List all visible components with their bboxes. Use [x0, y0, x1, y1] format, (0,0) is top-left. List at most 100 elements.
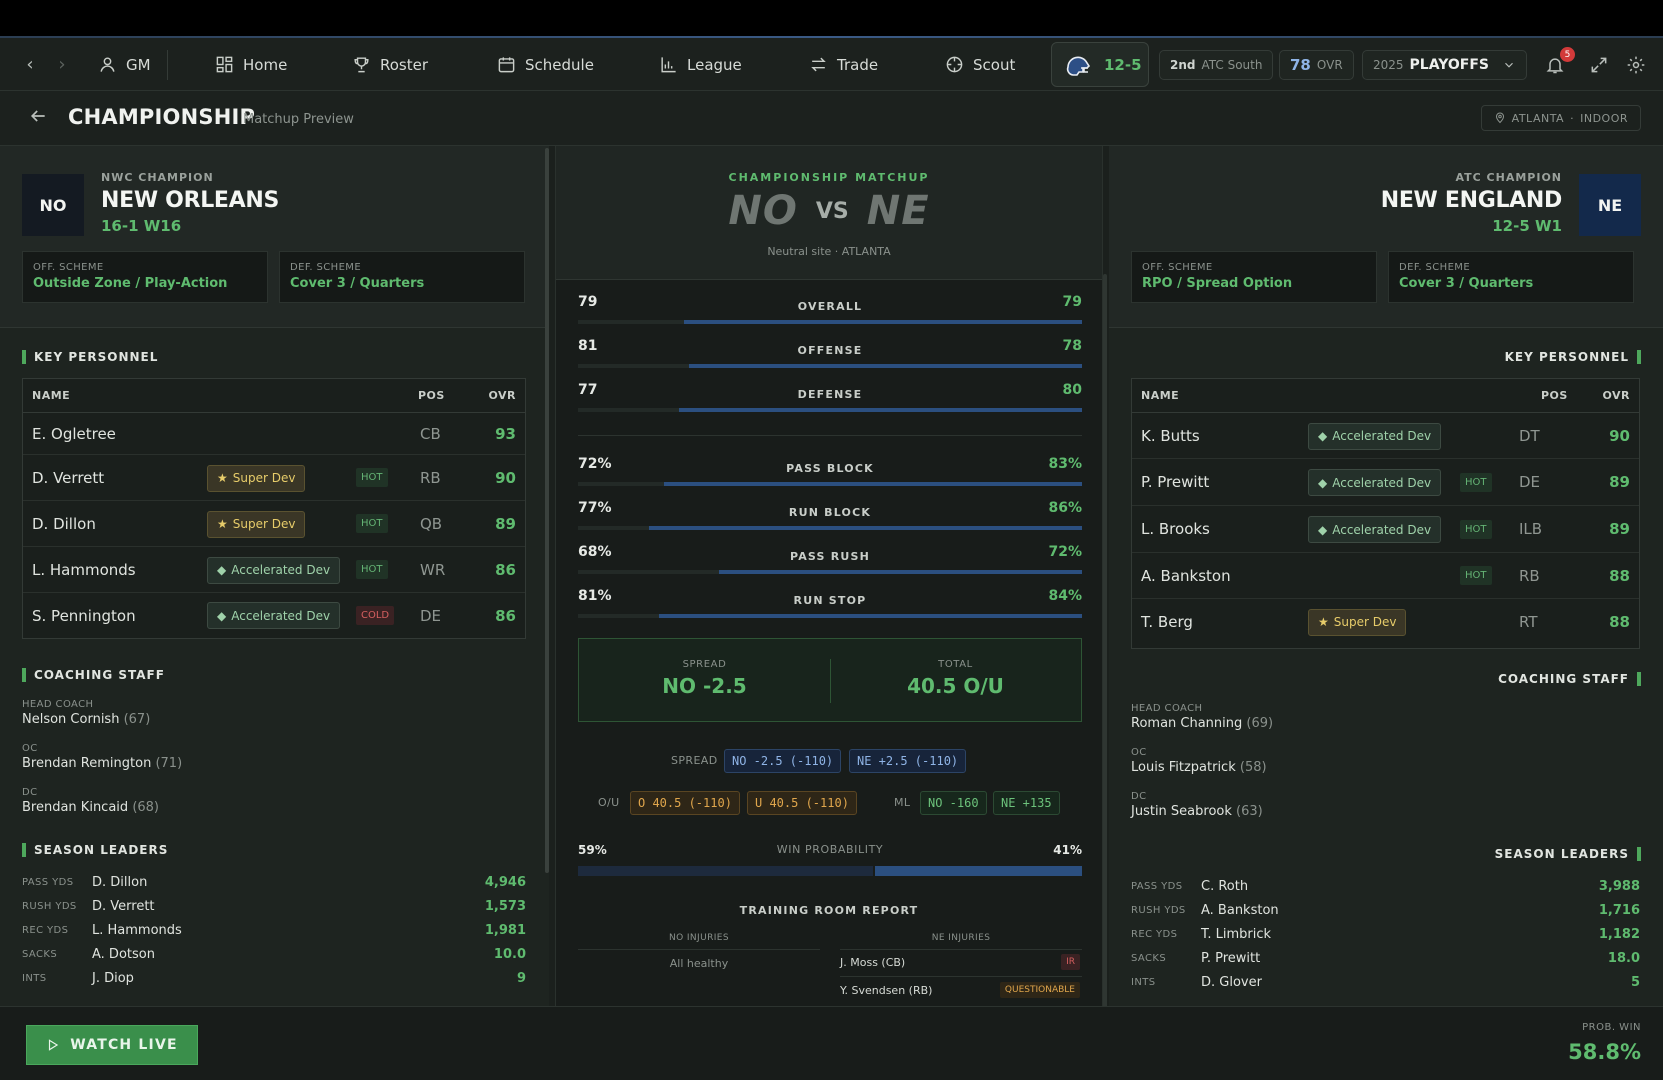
season-phase: PLAYOFFS: [1409, 57, 1489, 73]
odds-spread-label: SPREAD: [671, 754, 718, 767]
player-name[interactable]: K. Butts: [1141, 427, 1200, 445]
forward-arrow-icon[interactable]: ›: [48, 38, 76, 91]
player-name[interactable]: S. Pennington: [32, 607, 136, 625]
player-name[interactable]: D. Verrett: [32, 469, 104, 487]
team-record-button[interactable]: 12-5: [1051, 42, 1149, 87]
leader-row: RUSH YDS D. Verrett 1,573: [22, 895, 526, 918]
leader-player[interactable]: J. Diop: [92, 971, 134, 986]
home-staff-title: COACHING STAFF: [22, 668, 165, 682]
dev-trait-label: Accelerated Dev: [1332, 522, 1432, 537]
odds-under[interactable]: U 40.5 (-110): [747, 791, 857, 815]
season-selector[interactable]: 2025 PLAYOFFS: [1362, 50, 1527, 80]
matchup-panel-scrollbar[interactable]: [1103, 274, 1107, 1069]
watch-live-button[interactable]: WATCH LIVE: [26, 1025, 198, 1065]
injury-player[interactable]: Y. Svendsen (RB): [840, 984, 932, 997]
odds-ml-away[interactable]: NE +135: [993, 791, 1060, 815]
player-name[interactable]: D. Dillon: [32, 515, 96, 533]
scheme-value: RPO / Spread Option: [1142, 276, 1293, 291]
odds-spread-home[interactable]: NO -2.5 (-110): [724, 749, 842, 773]
player-position: RB: [420, 468, 441, 487]
leader-value: 1,716: [1598, 903, 1640, 918]
swap-icon: [811, 57, 826, 72]
nav-item-schedule[interactable]: Schedule: [497, 38, 594, 91]
player-name[interactable]: L. Brooks: [1141, 520, 1210, 538]
nav-item-home[interactable]: Home: [215, 38, 287, 91]
away-team-kicker: ATC CHAMPION: [1455, 171, 1562, 184]
injury-status-badge: IR: [1061, 954, 1080, 970]
stat-away-value: 79: [1062, 294, 1082, 310]
venue-type: INDOOR: [1580, 111, 1628, 125]
leader-player[interactable]: L. Hammonds: [92, 923, 182, 938]
player-ovr: 86: [495, 606, 516, 625]
nav-item-label: Home: [243, 55, 288, 74]
staff-rating: (68): [132, 800, 159, 815]
player-ovr: 89: [495, 514, 516, 533]
settings-button[interactable]: [1621, 38, 1651, 91]
home-panel-scrollbar[interactable]: [545, 148, 549, 873]
page-subtitle: Matchup Preview: [243, 112, 354, 127]
odds-spread-away[interactable]: NE +2.5 (-110): [849, 749, 967, 773]
nav-item-league[interactable]: League: [659, 38, 742, 91]
stat-label: PASS RUSH: [789, 550, 871, 563]
nav-item-label: League: [687, 55, 742, 74]
scheme-value: Outside Zone / Play-Action: [33, 276, 228, 291]
crosshair-icon: [946, 56, 963, 73]
leader-player[interactable]: D. Verrett: [92, 899, 155, 914]
home-injuries-note: All healthy: [669, 957, 729, 970]
staff-name: Brendan Remington (71): [22, 756, 182, 771]
odds-ml-home[interactable]: NO -160: [920, 791, 987, 815]
leader-player[interactable]: D. Dillon: [92, 875, 147, 890]
leader-value: 4,946: [484, 875, 526, 890]
leader-player[interactable]: C. Roth: [1201, 879, 1248, 894]
dev-trait-badge: ◆ Accelerated Dev: [1308, 469, 1442, 496]
leader-stat: REC YDS: [22, 925, 69, 936]
diamond-icon: ◆: [1318, 522, 1328, 537]
injury-report-title: TRAINING ROOM REPORT: [739, 904, 919, 917]
player-position: CB: [420, 424, 441, 443]
stat-bar-track: [578, 570, 1082, 574]
spread-value: NO -2.5: [662, 674, 747, 698]
leader-stat: PASS YDS: [22, 877, 74, 888]
col-pos: POS: [1541, 389, 1568, 402]
section-marker: [22, 668, 26, 682]
scheme-label: DEF. SCHEME: [290, 262, 362, 273]
section-marker: [1637, 350, 1641, 364]
home-def-scheme: DEF. SCHEME Cover 3 / Quarters: [279, 251, 525, 303]
player-name[interactable]: P. Prewitt: [1141, 473, 1209, 491]
app-root: ‹ › GM Home Roster Schedule League Trade: [0, 0, 1663, 1080]
leader-player[interactable]: A. Dotson: [92, 947, 155, 962]
form-badge: HOT: [1460, 519, 1492, 539]
injury-player[interactable]: J. Moss (CB): [840, 956, 905, 969]
nav-item-trade[interactable]: Trade: [809, 38, 878, 91]
back-arrow-icon[interactable]: ‹: [16, 38, 44, 91]
odds-over[interactable]: O 40.5 (-110): [630, 791, 740, 815]
nav-item-scout[interactable]: Scout: [945, 38, 1015, 91]
player-name[interactable]: A. Bankston: [1141, 567, 1231, 585]
leader-player[interactable]: T. Limbrick: [1201, 927, 1271, 942]
watch-live-label: WATCH LIVE: [70, 1037, 178, 1053]
back-arrow-icon[interactable]: [28, 106, 48, 131]
fullscreen-button[interactable]: [1584, 38, 1614, 91]
leader-player[interactable]: A. Bankston: [1201, 903, 1279, 918]
leader-player[interactable]: P. Prewitt: [1201, 951, 1260, 966]
dev-trait-label: Super Dev: [232, 517, 296, 531]
diamond-icon: ◆: [217, 563, 227, 577]
player-name[interactable]: L. Hammonds: [32, 561, 136, 579]
staff-name-text: Brendan Kincaid: [22, 800, 129, 815]
injury-divider: [840, 976, 1082, 977]
star-icon: ★: [217, 471, 228, 485]
player-name[interactable]: T. Berg: [1141, 613, 1193, 631]
notifications-button[interactable]: [1540, 38, 1570, 91]
leader-player[interactable]: D. Glover: [1201, 975, 1262, 990]
nav-item-roster[interactable]: Roster: [352, 38, 428, 91]
leader-value: 3,988: [1598, 879, 1640, 894]
player-name[interactable]: E. Ogletree: [32, 425, 116, 443]
nav-item-gm[interactable]: GM: [98, 38, 151, 91]
stat-row: 79 OVERALL 79: [578, 289, 1082, 329]
leader-row: REC YDS T. Limbrick 1,182: [1131, 923, 1640, 946]
staff-rating: (69): [1246, 716, 1274, 731]
stat-bar-track: [578, 408, 1082, 412]
player-position: DT: [1519, 426, 1540, 445]
spread-summary: SPREAD NO -2.5: [579, 639, 830, 721]
leader-row: INTS D. Glover 5: [1131, 971, 1640, 994]
